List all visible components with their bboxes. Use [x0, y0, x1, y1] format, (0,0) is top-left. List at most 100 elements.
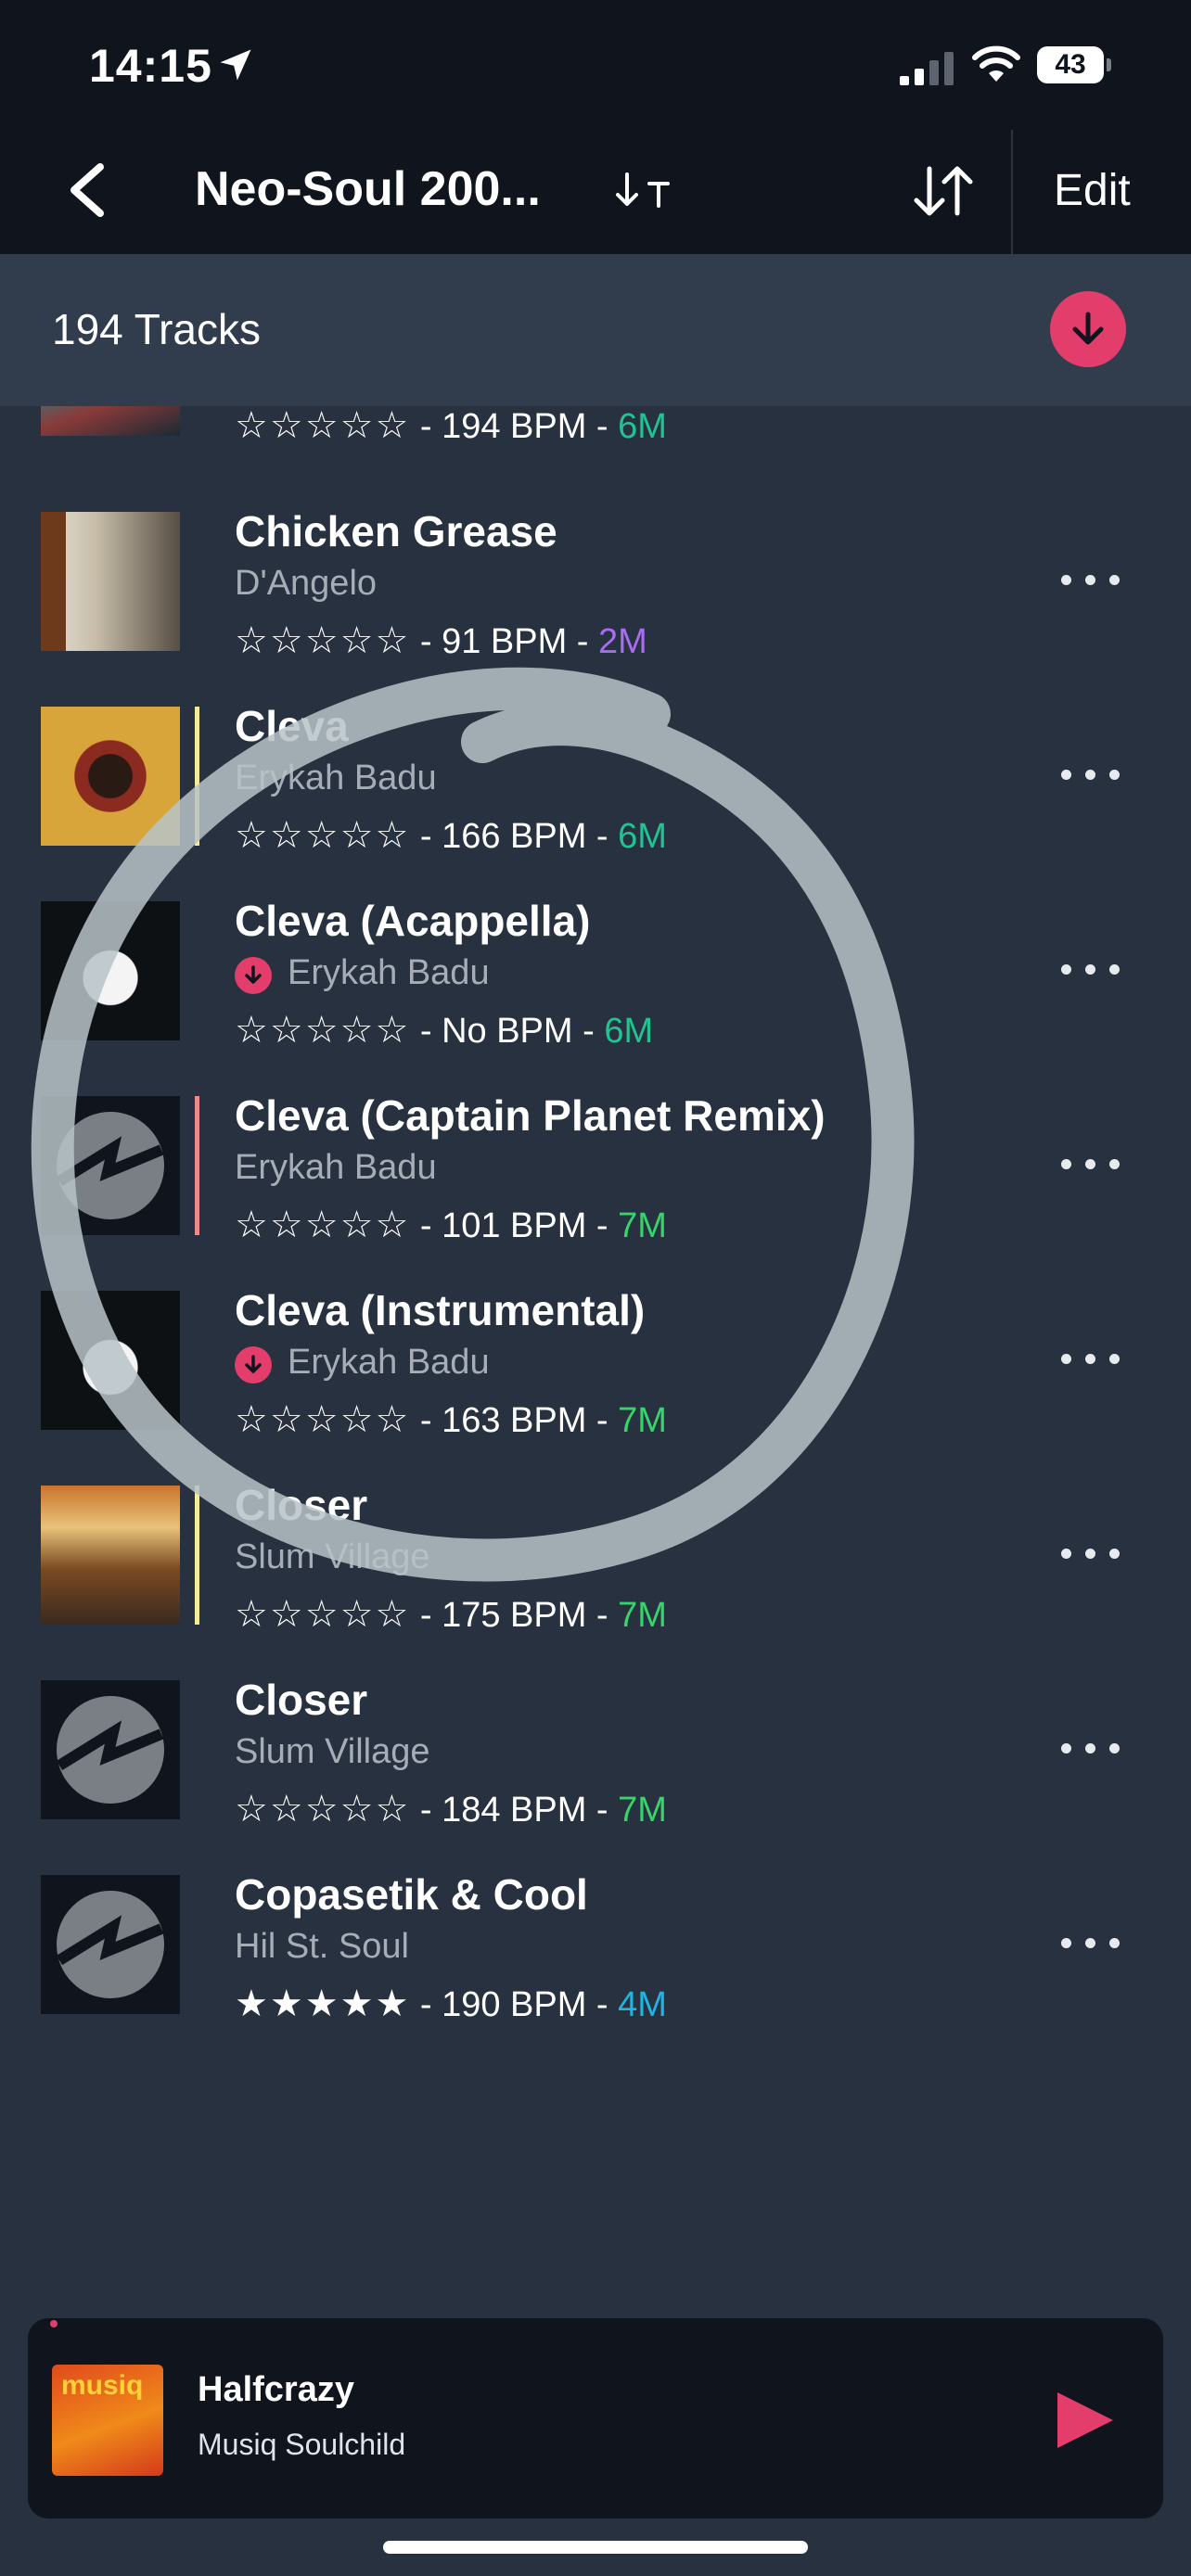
track-title: Cleva (Instrumental)	[235, 1286, 646, 1334]
track-row[interactable]: Cleva Erykah Badu ☆☆☆☆☆ - 166 BPM - 6M	[0, 684, 1191, 879]
now-playing-artwork[interactable]: musiq	[52, 2365, 163, 2476]
track-meta: ☆☆☆☆☆ - 91 BPM - 2M	[235, 619, 647, 662]
placeholder-artwork-icon	[56, 1696, 164, 1804]
downloaded-arrow-icon	[245, 965, 262, 984]
track-meta: ☆☆☆☆☆ - No BPM - 6M	[235, 1009, 653, 1052]
download-all-button[interactable]	[1050, 291, 1126, 367]
track-row[interactable]: Chicken Grease D'Angelo ☆☆☆☆☆ - 91 BPM -…	[0, 490, 1191, 684]
album-artwork	[41, 512, 180, 651]
track-duration: 6M	[618, 407, 667, 446]
track-title: Chicken Grease	[235, 507, 557, 555]
track-bpm: - No BPM -	[410, 1012, 605, 1051]
track-artist: Erykah Badu	[235, 1148, 437, 1187]
track-row[interactable]: Closer Slum Village ☆☆☆☆☆ - 175 BPM - 7M	[0, 1463, 1191, 1658]
wifi-icon	[972, 45, 1020, 82]
playlist-header: 194 Tracks	[0, 254, 1191, 406]
track-color-tag	[195, 707, 199, 846]
track-artist: Erykah Badu	[288, 1343, 490, 1382]
track-row[interactable]: Cleva (Acappella) Erykah Badu ☆☆☆☆☆ - No…	[0, 879, 1191, 1074]
battery-indicator: 43	[1037, 46, 1111, 83]
now-playing-title: Halfcrazy	[198, 2370, 354, 2409]
more-options-button[interactable]	[1057, 1725, 1122, 1771]
more-options-button[interactable]	[1057, 1335, 1122, 1382]
playlist-title: Neo-Soul 200...	[195, 162, 541, 216]
more-options-button[interactable]	[1057, 946, 1122, 992]
track-artist: Hil St. Soul	[235, 1927, 409, 1966]
more-options-button[interactable]	[1057, 1919, 1122, 1966]
battery-level: 43	[1037, 46, 1104, 83]
more-options-button[interactable]	[1057, 751, 1122, 797]
track-artist: D'Angelo	[235, 564, 378, 603]
track-meta: ☆☆☆☆☆ - 194 BPM - 6M	[235, 406, 667, 447]
track-meta: ☆☆☆☆☆ - 184 BPM - 7M	[235, 1788, 667, 1830]
track-bpm: - 194 BPM -	[410, 407, 619, 446]
rating-stars[interactable]: ★★★★★	[235, 1983, 410, 2025]
album-artwork-placeholder	[41, 1096, 180, 1235]
track-artist: Erykah Badu	[235, 759, 437, 797]
playback-progress-indicator	[50, 2320, 58, 2327]
track-artist: Slum Village	[235, 1537, 430, 1576]
track-meta: ☆☆☆☆☆ - 175 BPM - 7M	[235, 1593, 667, 1636]
track-title: Copasetik & Cool	[235, 1870, 588, 1919]
home-indicator	[383, 2541, 808, 2554]
status-bar: 14:15 43	[0, 0, 1191, 130]
track-count: 194 Tracks	[52, 305, 261, 353]
track-row[interactable]: Cleva (Captain Planet Remix) Erykah Badu…	[0, 1074, 1191, 1269]
album-artwork	[41, 1486, 180, 1625]
track-duration: 6M	[604, 1012, 654, 1051]
rating-stars[interactable]: ☆☆☆☆☆	[235, 814, 410, 857]
back-chevron-icon[interactable]	[52, 148, 126, 232]
more-options-button[interactable]	[1057, 556, 1122, 603]
placeholder-artwork-icon	[56, 1112, 164, 1219]
navigation-bar: Neo-Soul 200... Edit	[0, 130, 1191, 254]
mini-player[interactable]: musiq Halfcrazy Musiq Soulchild	[28, 2318, 1163, 2519]
track-row[interactable]: Copasetik & Cool Hil St. Soul ★★★★★ - 19…	[0, 1853, 1191, 2047]
location-arrow-icon	[220, 49, 251, 81]
cellular-signal-icon	[900, 52, 954, 85]
rating-stars[interactable]: ☆☆☆☆☆	[235, 1788, 410, 1830]
track-row[interactable]: Closer Slum Village ☆☆☆☆☆ - 184 BPM - 7M	[0, 1658, 1191, 1853]
more-options-button[interactable]	[1057, 1141, 1122, 1187]
album-artwork-placeholder	[41, 1680, 180, 1819]
rating-stars[interactable]: ☆☆☆☆☆	[235, 1009, 410, 1052]
sort-order-icon[interactable]	[909, 161, 978, 221]
rating-stars[interactable]: ☆☆☆☆☆	[235, 1593, 410, 1636]
placeholder-artwork-icon	[56, 1891, 164, 1998]
rating-stars[interactable]: ☆☆☆☆☆	[235, 406, 410, 447]
rating-stars[interactable]: ☆☆☆☆☆	[235, 619, 410, 662]
status-time: 14:15	[89, 40, 212, 92]
track-bpm: - 91 BPM -	[410, 622, 599, 661]
downloaded-badge	[235, 957, 272, 994]
track-bpm: - 190 BPM -	[410, 1985, 619, 2024]
track-row[interactable]: ☆☆☆☆☆ - 194 BPM - 6M	[0, 406, 1191, 469]
track-bpm: - 184 BPM -	[410, 1791, 619, 1830]
track-row[interactable]: Cleva (Instrumental) Erykah Badu ☆☆☆☆☆ -…	[0, 1269, 1191, 1463]
track-duration: 2M	[598, 622, 647, 661]
track-duration: 7M	[618, 1596, 667, 1635]
track-bpm: - 101 BPM -	[410, 1206, 619, 1245]
track-meta: ☆☆☆☆☆ - 101 BPM - 7M	[235, 1204, 667, 1246]
track-color-tag	[195, 1486, 199, 1625]
album-artwork-placeholder	[41, 1875, 180, 2014]
track-list[interactable]: ☆☆☆☆☆ - 194 BPM - 6M Chicken Grease D'An…	[0, 406, 1191, 2307]
rating-stars[interactable]: ☆☆☆☆☆	[235, 1398, 410, 1441]
edit-button[interactable]: Edit	[1054, 165, 1131, 216]
downloaded-arrow-icon	[245, 1355, 262, 1373]
track-bpm: - 175 BPM -	[410, 1596, 619, 1635]
now-playing-artist: Musiq Soulchild	[198, 2428, 406, 2461]
more-options-button[interactable]	[1057, 1530, 1122, 1576]
play-icon[interactable]	[1048, 2385, 1122, 2455]
track-title: Cleva (Captain Planet Remix)	[235, 1091, 826, 1140]
track-title: Cleva (Acappella)	[235, 897, 591, 945]
downloaded-badge	[235, 1346, 272, 1384]
track-duration: 4M	[618, 1985, 667, 2024]
sort-by-title-icon[interactable]	[612, 163, 681, 219]
track-title: Cleva	[235, 702, 349, 750]
track-color-tag	[195, 1096, 199, 1235]
rating-stars[interactable]: ☆☆☆☆☆	[235, 1204, 410, 1246]
track-title: Closer	[235, 1676, 368, 1724]
album-artwork	[41, 707, 180, 846]
album-artwork	[41, 406, 180, 436]
track-duration: 7M	[618, 1206, 667, 1245]
track-duration: 6M	[618, 817, 667, 856]
